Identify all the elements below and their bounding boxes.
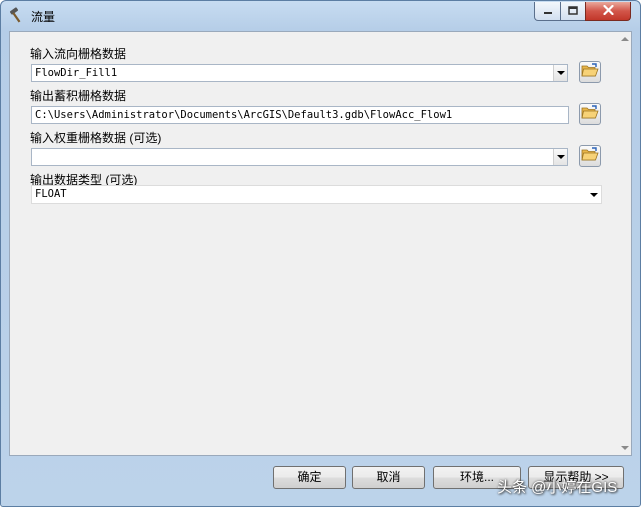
output-accumulation-label: 输出蓄积栅格数据	[30, 89, 127, 103]
hammer-icon	[9, 7, 25, 23]
minimize-icon	[543, 4, 553, 18]
output-accumulation-value: C:\Users\Administrator\Documents\ArcGIS\…	[35, 109, 453, 121]
folder-icon	[581, 63, 599, 81]
vertical-scrollbar[interactable]	[619, 32, 631, 455]
browse-output-accumulation-button[interactable]	[579, 103, 601, 125]
close-icon	[602, 4, 614, 18]
maximize-button[interactable]	[560, 2, 586, 21]
chevron-down-icon	[556, 71, 565, 75]
input-flow-direction-label: 输入流向栅格数据	[30, 47, 127, 61]
input-flow-direction-combo[interactable]: FlowDir_Fill1	[31, 64, 568, 82]
scroll-down-icon[interactable]	[621, 446, 629, 450]
browse-input-weight-button[interactable]	[579, 145, 601, 167]
dropdown-button[interactable]	[553, 65, 567, 81]
ok-button[interactable]: 确定	[273, 466, 346, 489]
input-weight-combo[interactable]	[31, 148, 568, 166]
close-button[interactable]	[585, 2, 631, 21]
tool-form: 输入流向栅格数据 FlowDir_Fill1 输出蓄积栅格数据 C:\Users…	[9, 31, 632, 456]
folder-icon	[581, 105, 599, 123]
dialog-window: 流量 输入流向栅格数据 FlowDir_Fill1 输出蓄积栅格数据 C:\Us…	[0, 0, 641, 507]
browse-input-flow-direction-button[interactable]	[579, 61, 601, 83]
input-weight-label: 输入权重栅格数据 (可选)	[30, 131, 162, 145]
output-data-type-value: FLOAT	[35, 188, 67, 200]
chevron-down-icon	[556, 155, 565, 159]
watermark: 头条 @小婷在GIS	[497, 479, 618, 496]
input-flow-direction-value: FlowDir_Fill1	[35, 67, 118, 79]
output-accumulation-input[interactable]: C:\Users\Administrator\Documents\ArcGIS\…	[31, 106, 569, 124]
folder-icon	[581, 147, 599, 165]
window-title: 流量	[31, 10, 56, 24]
cancel-button[interactable]: 取消	[352, 466, 425, 489]
minimize-button[interactable]	[534, 2, 561, 21]
chevron-down-icon	[590, 193, 598, 197]
dropdown-button[interactable]	[553, 149, 567, 165]
scroll-up-icon[interactable]	[621, 37, 629, 41]
output-data-type-select[interactable]: FLOAT	[31, 185, 602, 204]
maximize-icon	[568, 4, 578, 18]
title-bar[interactable]: 流量	[1, 1, 640, 31]
